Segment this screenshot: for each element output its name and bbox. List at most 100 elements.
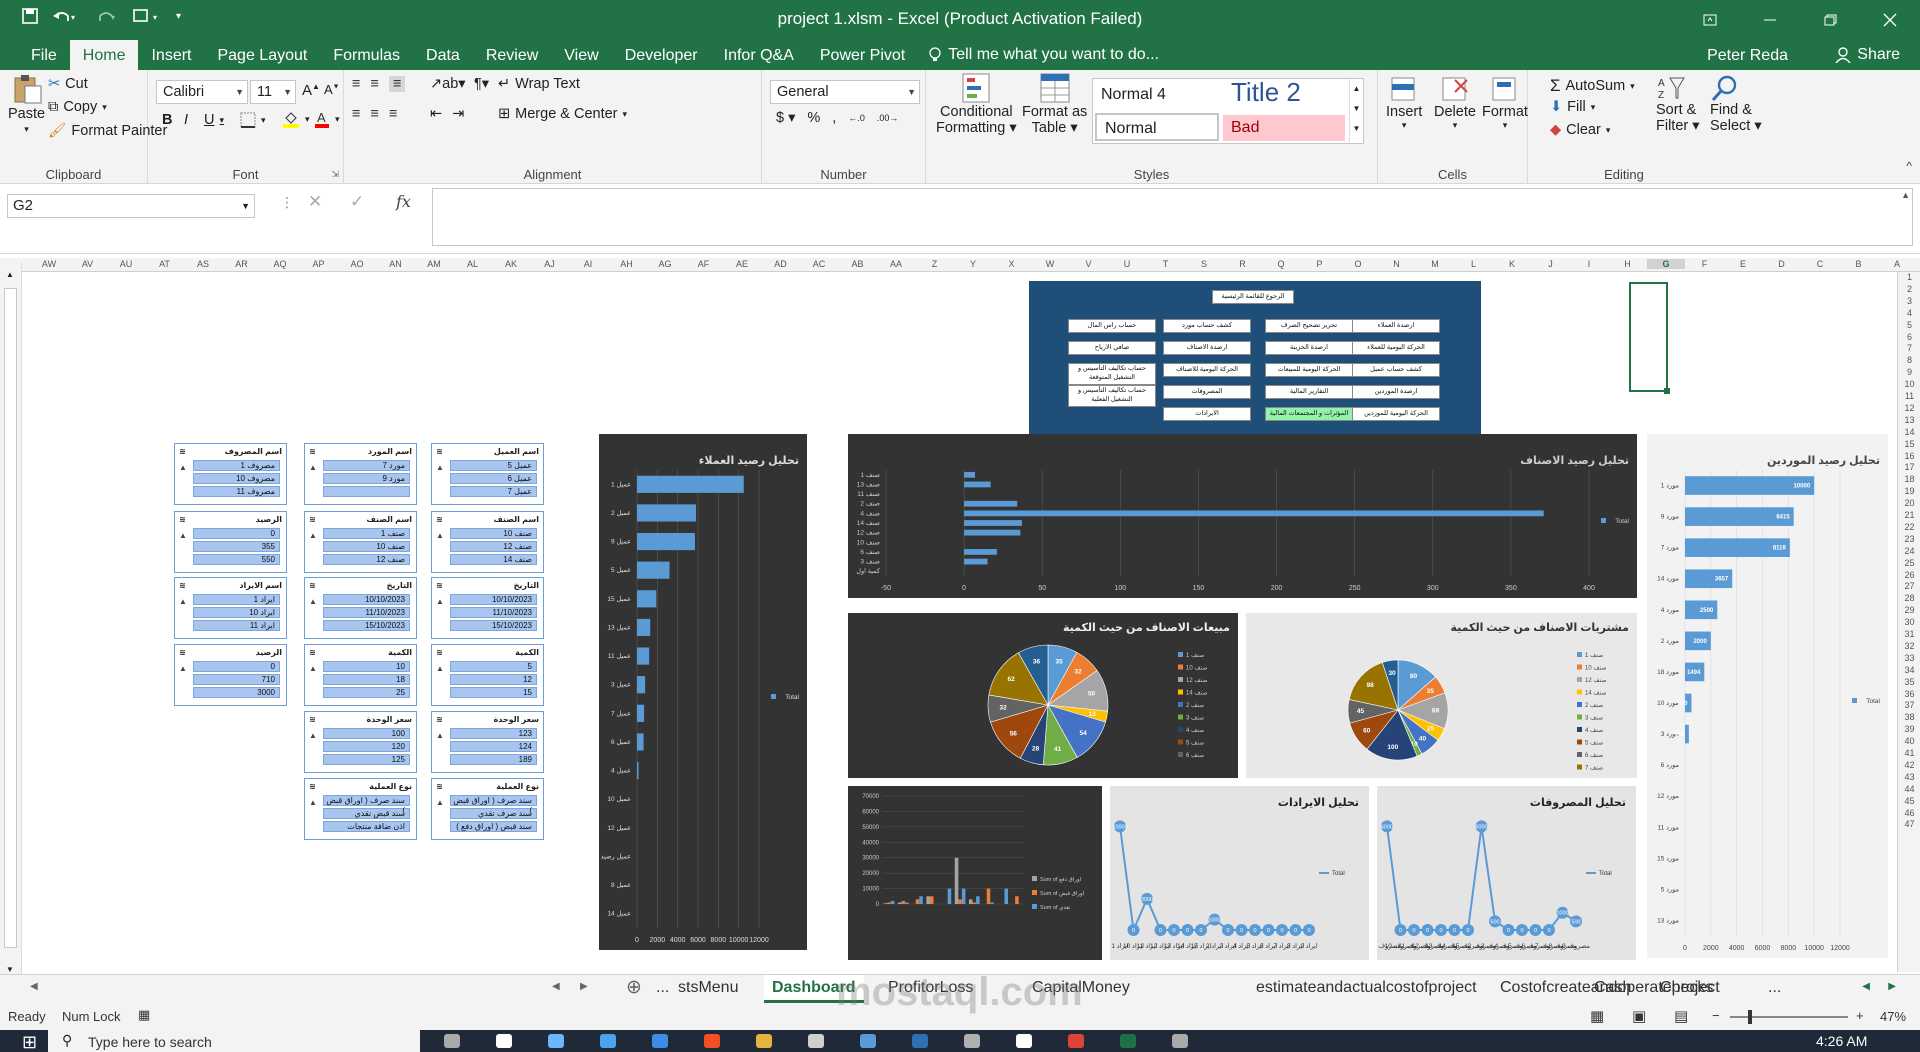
row-header[interactable]: 9	[1898, 367, 1920, 377]
increase-decimal-icon[interactable]: ←.0	[848, 113, 865, 123]
row-header[interactable]: 35	[1898, 677, 1920, 687]
taskbar-app-icon[interactable]	[548, 1034, 564, 1048]
chart-0[interactable]: تحليل رصيد العملاء 0 2000 4000 6000 8000 10000…	[599, 434, 807, 950]
collapse-ribbon-icon[interactable]: ^	[1906, 159, 1912, 173]
sheet-tab[interactable]: estimateandactualcostofproject	[1256, 975, 1477, 1003]
menu-button[interactable]: كشف حساب مورد	[1163, 319, 1251, 333]
column-header[interactable]: T	[1147, 259, 1185, 269]
slicer-item[interactable]: مورد 7	[323, 460, 410, 471]
row-header[interactable]: 18	[1898, 474, 1920, 484]
column-header[interactable]: Q	[1262, 259, 1300, 269]
align-top-icon[interactable]: ≡	[352, 76, 360, 92]
slicer-item[interactable]: مصروف 10	[193, 473, 280, 484]
slicer-item[interactable]: عميل 7	[450, 486, 537, 497]
clear-filter-icon[interactable]: ≋	[179, 515, 186, 524]
bar[interactable]	[926, 896, 930, 904]
bar[interactable]	[1685, 724, 1689, 744]
slicer-item[interactable]: سند قبض نقدي	[323, 808, 410, 819]
share-button[interactable]: Share	[1835, 46, 1900, 64]
percent-icon[interactable]: %	[807, 110, 820, 126]
slicer-scroll-icon[interactable]: ▲	[309, 795, 317, 811]
slicer-item[interactable]: 11/10/2023	[323, 607, 410, 618]
slicer-item[interactable]: صنف 10	[323, 541, 410, 552]
clear-filter-icon[interactable]: ≋	[179, 581, 186, 590]
bar[interactable]	[968, 899, 973, 904]
row-header[interactable]: 7	[1898, 343, 1920, 353]
clear-filter-icon[interactable]: ≋	[309, 648, 316, 657]
align-center-icon[interactable]: ≡	[370, 106, 378, 122]
taskbar-app-icon[interactable]	[444, 1034, 460, 1048]
bar[interactable]	[964, 471, 976, 478]
menu-button[interactable]: حساب تكاليف التأسيس و التشغيل المتوقعة	[1068, 363, 1156, 385]
clear-filter-icon[interactable]: ≋	[309, 782, 316, 791]
close-icon[interactable]	[1860, 0, 1920, 40]
increase-indent-icon[interactable]: ⇥	[452, 106, 464, 122]
column-header[interactable]: AI	[569, 259, 607, 269]
column-header[interactable]: C	[1801, 259, 1839, 269]
taskbar-app-icon[interactable]	[1120, 1034, 1136, 1048]
column-header[interactable]: G	[1647, 259, 1685, 269]
name-box[interactable]: G2 ▼	[7, 194, 255, 218]
slicer-item[interactable]: 550	[193, 554, 280, 565]
sheet-tab[interactable]: Checks	[1660, 975, 1713, 1003]
style-normal-4[interactable]: Normal 4	[1093, 81, 1221, 109]
row-header[interactable]: 2	[1898, 284, 1920, 294]
column-header[interactable]: M	[1416, 259, 1454, 269]
bar[interactable]	[929, 896, 934, 904]
cut-button[interactable]: ✂ Cut	[48, 76, 88, 92]
column-header[interactable]: P	[1301, 259, 1339, 269]
bar[interactable]	[986, 888, 991, 904]
zoom-out-icon[interactable]: −	[1712, 1008, 1720, 1023]
slicer[interactable]: ≋ اسم الصنف ▲ صنف 10 صنف 12 صنف 14	[431, 511, 544, 573]
slicer[interactable]: ≋ اسم المورد ▲ مورد 7 مورد 9	[304, 443, 417, 505]
fill-button[interactable]: ⬇ Fill ▾	[1550, 99, 1595, 115]
column-header[interactable]: AE	[723, 259, 761, 269]
slicer-scroll-icon[interactable]: ▲	[309, 594, 317, 610]
autosum-button[interactable]: Σ AutoSum ▾	[1550, 76, 1635, 96]
clear-filter-icon[interactable]: ≋	[309, 581, 316, 590]
taskbar-search-box[interactable]: ⚲ Type here to search	[48, 1030, 420, 1052]
row-header[interactable]: 3	[1898, 296, 1920, 306]
menu-button[interactable]: الحركة اليومية للاصناف	[1163, 363, 1251, 377]
taskbar-app-icon[interactable]	[704, 1034, 720, 1048]
row-header[interactable]: 16	[1898, 451, 1920, 461]
column-header[interactable]: H	[1609, 259, 1647, 269]
slicer-item[interactable]: 12	[450, 674, 537, 685]
slicer-item[interactable]: 124	[450, 741, 537, 752]
column-header[interactable]: AM	[415, 259, 453, 269]
tab-6[interactable]: Review	[473, 40, 551, 70]
row-header[interactable]: 47	[1898, 819, 1920, 829]
bar[interactable]	[637, 704, 645, 722]
slicer[interactable]: ≋ اسم الايراد ▲ ايراد 1 ايراد 10 ايراد 11	[174, 577, 287, 639]
font-name-select[interactable]: Calibri ▼	[156, 80, 248, 104]
slicer-item[interactable]: 15/10/2023	[323, 620, 410, 631]
bar[interactable]	[964, 558, 988, 565]
slicer-item[interactable]: سند قبض ( اوراق دفع )	[450, 821, 537, 832]
sheet-tab[interactable]: ...	[1768, 975, 1781, 1003]
row-header[interactable]: 14	[1898, 427, 1920, 437]
row-header[interactable]: 24	[1898, 546, 1920, 556]
bar[interactable]	[637, 475, 744, 493]
style-title-2[interactable]: Title 2	[1223, 79, 1351, 107]
slicer-scroll-icon[interactable]: ▲	[436, 661, 444, 677]
dialog-launcher-icon[interactable]: ⇲	[331, 169, 339, 180]
vertical-scrollbar[interactable]: ▲ ▼	[0, 262, 22, 976]
chart-4[interactable]: مشتريات الاصناف من حيث الكمية 80 35 69 25 40 1…	[1246, 613, 1637, 778]
menu-button[interactable]: حساب راس المال	[1068, 319, 1156, 333]
slicer-item[interactable]: 120	[323, 741, 410, 752]
menu-button[interactable]: تحرير تصحيح الصرف	[1265, 319, 1353, 333]
column-header[interactable]: X	[993, 259, 1031, 269]
bar[interactable]	[915, 899, 920, 904]
row-header[interactable]: 12	[1898, 403, 1920, 413]
restore-icon[interactable]	[1800, 0, 1860, 40]
tell-me-box[interactable]: Tell me what you want to do...	[928, 40, 1159, 70]
italic-button[interactable]: I	[184, 112, 188, 128]
merge-center-button[interactable]: ⊞ Merge & Center ▾	[498, 106, 627, 122]
bar[interactable]	[958, 899, 962, 904]
row-header[interactable]: 31	[1898, 629, 1920, 639]
slicer[interactable]: ≋ نوع العملية ▲ سند صرف ( اوراق قبض )سند قب…	[304, 778, 417, 840]
column-header[interactable]: S	[1185, 259, 1223, 269]
bar[interactable]	[637, 676, 646, 694]
decrease-decimal-icon[interactable]: .00→	[877, 113, 899, 123]
bar[interactable]	[883, 903, 888, 904]
